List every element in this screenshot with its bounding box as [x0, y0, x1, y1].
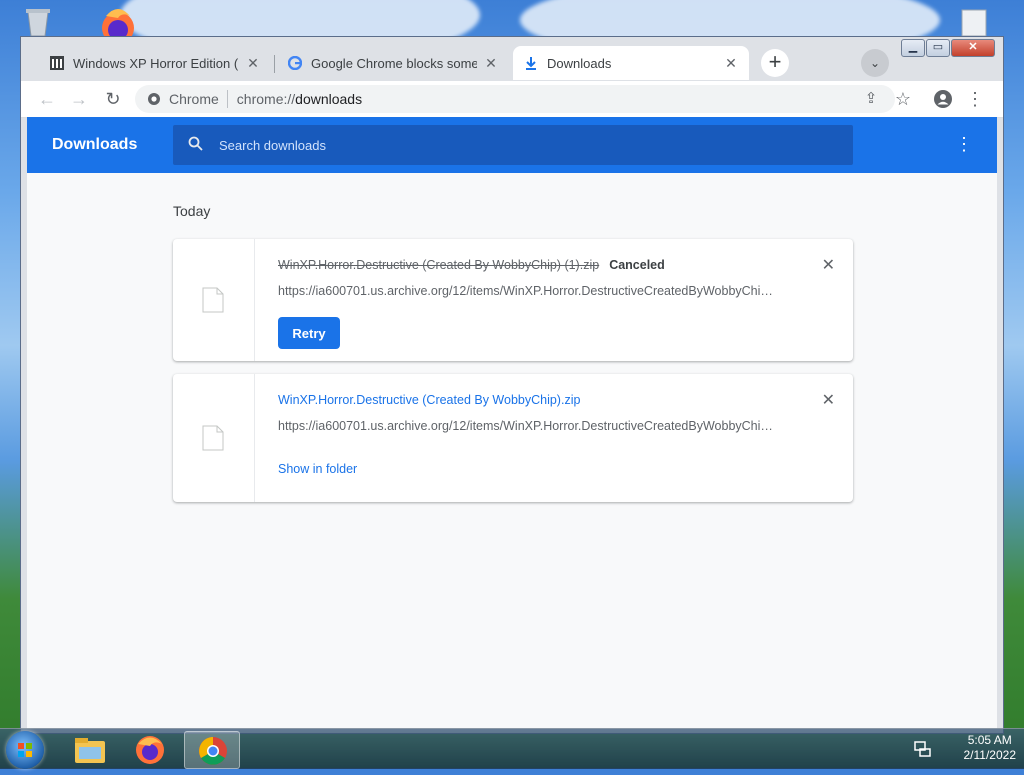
- downloads-header: Downloads ⋮: [27, 117, 997, 173]
- file-explorer-taskbar-button[interactable]: [62, 731, 118, 769]
- clock-time: 5:05 AM: [967, 733, 1012, 747]
- date-section-label: Today: [173, 203, 211, 219]
- download-item-complete: WinXP.Horror.Destructive (Created By Wob…: [173, 374, 853, 502]
- page-title: Downloads: [52, 136, 138, 153]
- recycle-bin-icon[interactable]: [20, 6, 56, 37]
- file-icon: [202, 287, 224, 313]
- firefox-taskbar-button[interactable]: [122, 731, 178, 769]
- download-filename-link[interactable]: WinXP.Horror.Destructive (Created By Wob…: [278, 393, 580, 407]
- close-window-button[interactable]: ✕: [951, 39, 995, 57]
- chrome-logo-icon: [148, 93, 160, 105]
- document-desktop-icon[interactable]: [956, 8, 992, 37]
- reload-icon[interactable]: ↻: [101, 87, 125, 111]
- search-input[interactable]: [217, 136, 821, 154]
- tab-separator: [274, 55, 275, 73]
- file-icon: [202, 425, 224, 451]
- tab-strip: Windows XP Horror Edition (Rea ✕ Google …: [21, 37, 1003, 81]
- back-arrow-icon[interactable]: ←: [35, 87, 59, 111]
- file-icon-column: [173, 239, 255, 361]
- tab-close-icon[interactable]: ✕: [245, 55, 261, 72]
- file-icon-column: [173, 374, 255, 502]
- windows-logo-icon: [18, 743, 32, 757]
- chrome-taskbar-button[interactable]: [184, 731, 240, 769]
- taskbar: 5:05 AM 2/11/2022: [0, 728, 1024, 769]
- firefox-icon: [136, 736, 164, 764]
- download-url: https://ia600701.us.archive.org/12/items…: [278, 419, 778, 433]
- firefox-desktop-icon[interactable]: [96, 6, 140, 44]
- forward-arrow-icon[interactable]: →: [67, 87, 91, 111]
- download-item-canceled: WinXP.Horror.Destructive (Created By Wob…: [173, 239, 853, 361]
- bookmark-star-icon[interactable]: ☆: [891, 87, 915, 111]
- show-in-folder-link[interactable]: Show in folder: [278, 462, 357, 476]
- search-icon[interactable]: [173, 136, 217, 155]
- google-favicon-icon: [287, 55, 303, 71]
- url-scheme: chrome://: [236, 91, 296, 107]
- search-bar[interactable]: [173, 125, 853, 165]
- chrome-window: Windows XP Horror Edition (Rea ✕ Google …: [20, 36, 1004, 734]
- download-icon: [523, 55, 539, 71]
- system-clock[interactable]: 5:05 AM 2/11/2022: [964, 733, 1017, 763]
- tab-windows-xp-horror[interactable]: Windows XP Horror Edition (Rea ✕: [39, 46, 271, 80]
- browser-toolbar: ← → ↻ Chrome chrome://downloads ⇪ ☆ ⋮: [21, 81, 1003, 118]
- omnibox-chip-label: Chrome: [169, 91, 219, 107]
- minimize-button[interactable]: ▁: [901, 39, 925, 57]
- maximize-button[interactable]: ▭: [926, 39, 950, 57]
- start-button[interactable]: [6, 731, 44, 769]
- download-filename: WinXP.Horror.Destructive (Created By Wob…: [278, 258, 665, 272]
- remove-download-close-icon[interactable]: ✕: [822, 255, 835, 275]
- url-path: downloads: [295, 91, 363, 107]
- building-favicon-icon: [49, 55, 65, 71]
- profile-icon[interactable]: [931, 87, 955, 111]
- tab-title: Windows XP Horror Edition (Rea: [73, 55, 239, 71]
- tab-google-chrome-blocks[interactable]: Google Chrome blocks some do ✕: [277, 46, 509, 80]
- downloads-more-icon[interactable]: ⋮: [955, 135, 973, 153]
- download-url: https://ia600701.us.archive.org/12/items…: [278, 284, 778, 298]
- tab-close-icon[interactable]: ✕: [723, 55, 739, 72]
- tab-title: Downloads: [547, 55, 612, 71]
- chrome-icon: [199, 737, 227, 765]
- tab-search-chevron-icon[interactable]: ⌄: [861, 49, 889, 77]
- remove-download-close-icon[interactable]: ✕: [822, 390, 835, 410]
- retry-button[interactable]: Retry: [278, 317, 340, 349]
- chrome-menu-icon[interactable]: ⋮: [963, 87, 987, 111]
- downloads-page: Downloads ⋮ Today WinXP.Horror.Destructi…: [27, 117, 997, 729]
- file-explorer-icon: [75, 738, 105, 763]
- omnibox[interactable]: Chrome chrome://downloads: [135, 85, 895, 113]
- omnibox-url[interactable]: chrome://downloads: [228, 91, 362, 107]
- share-icon[interactable]: ⇪: [859, 87, 883, 111]
- clock-date: 2/11/2022: [963, 748, 1017, 762]
- network-icon[interactable]: [912, 739, 932, 759]
- tab-close-icon[interactable]: ✕: [483, 55, 499, 72]
- status-badge: Canceled: [609, 258, 665, 272]
- new-tab-button[interactable]: +: [761, 49, 789, 77]
- tab-downloads[interactable]: Downloads ✕: [513, 46, 749, 80]
- omnibox-chip[interactable]: Chrome: [135, 90, 228, 108]
- tab-title: Google Chrome blocks some do: [311, 55, 477, 71]
